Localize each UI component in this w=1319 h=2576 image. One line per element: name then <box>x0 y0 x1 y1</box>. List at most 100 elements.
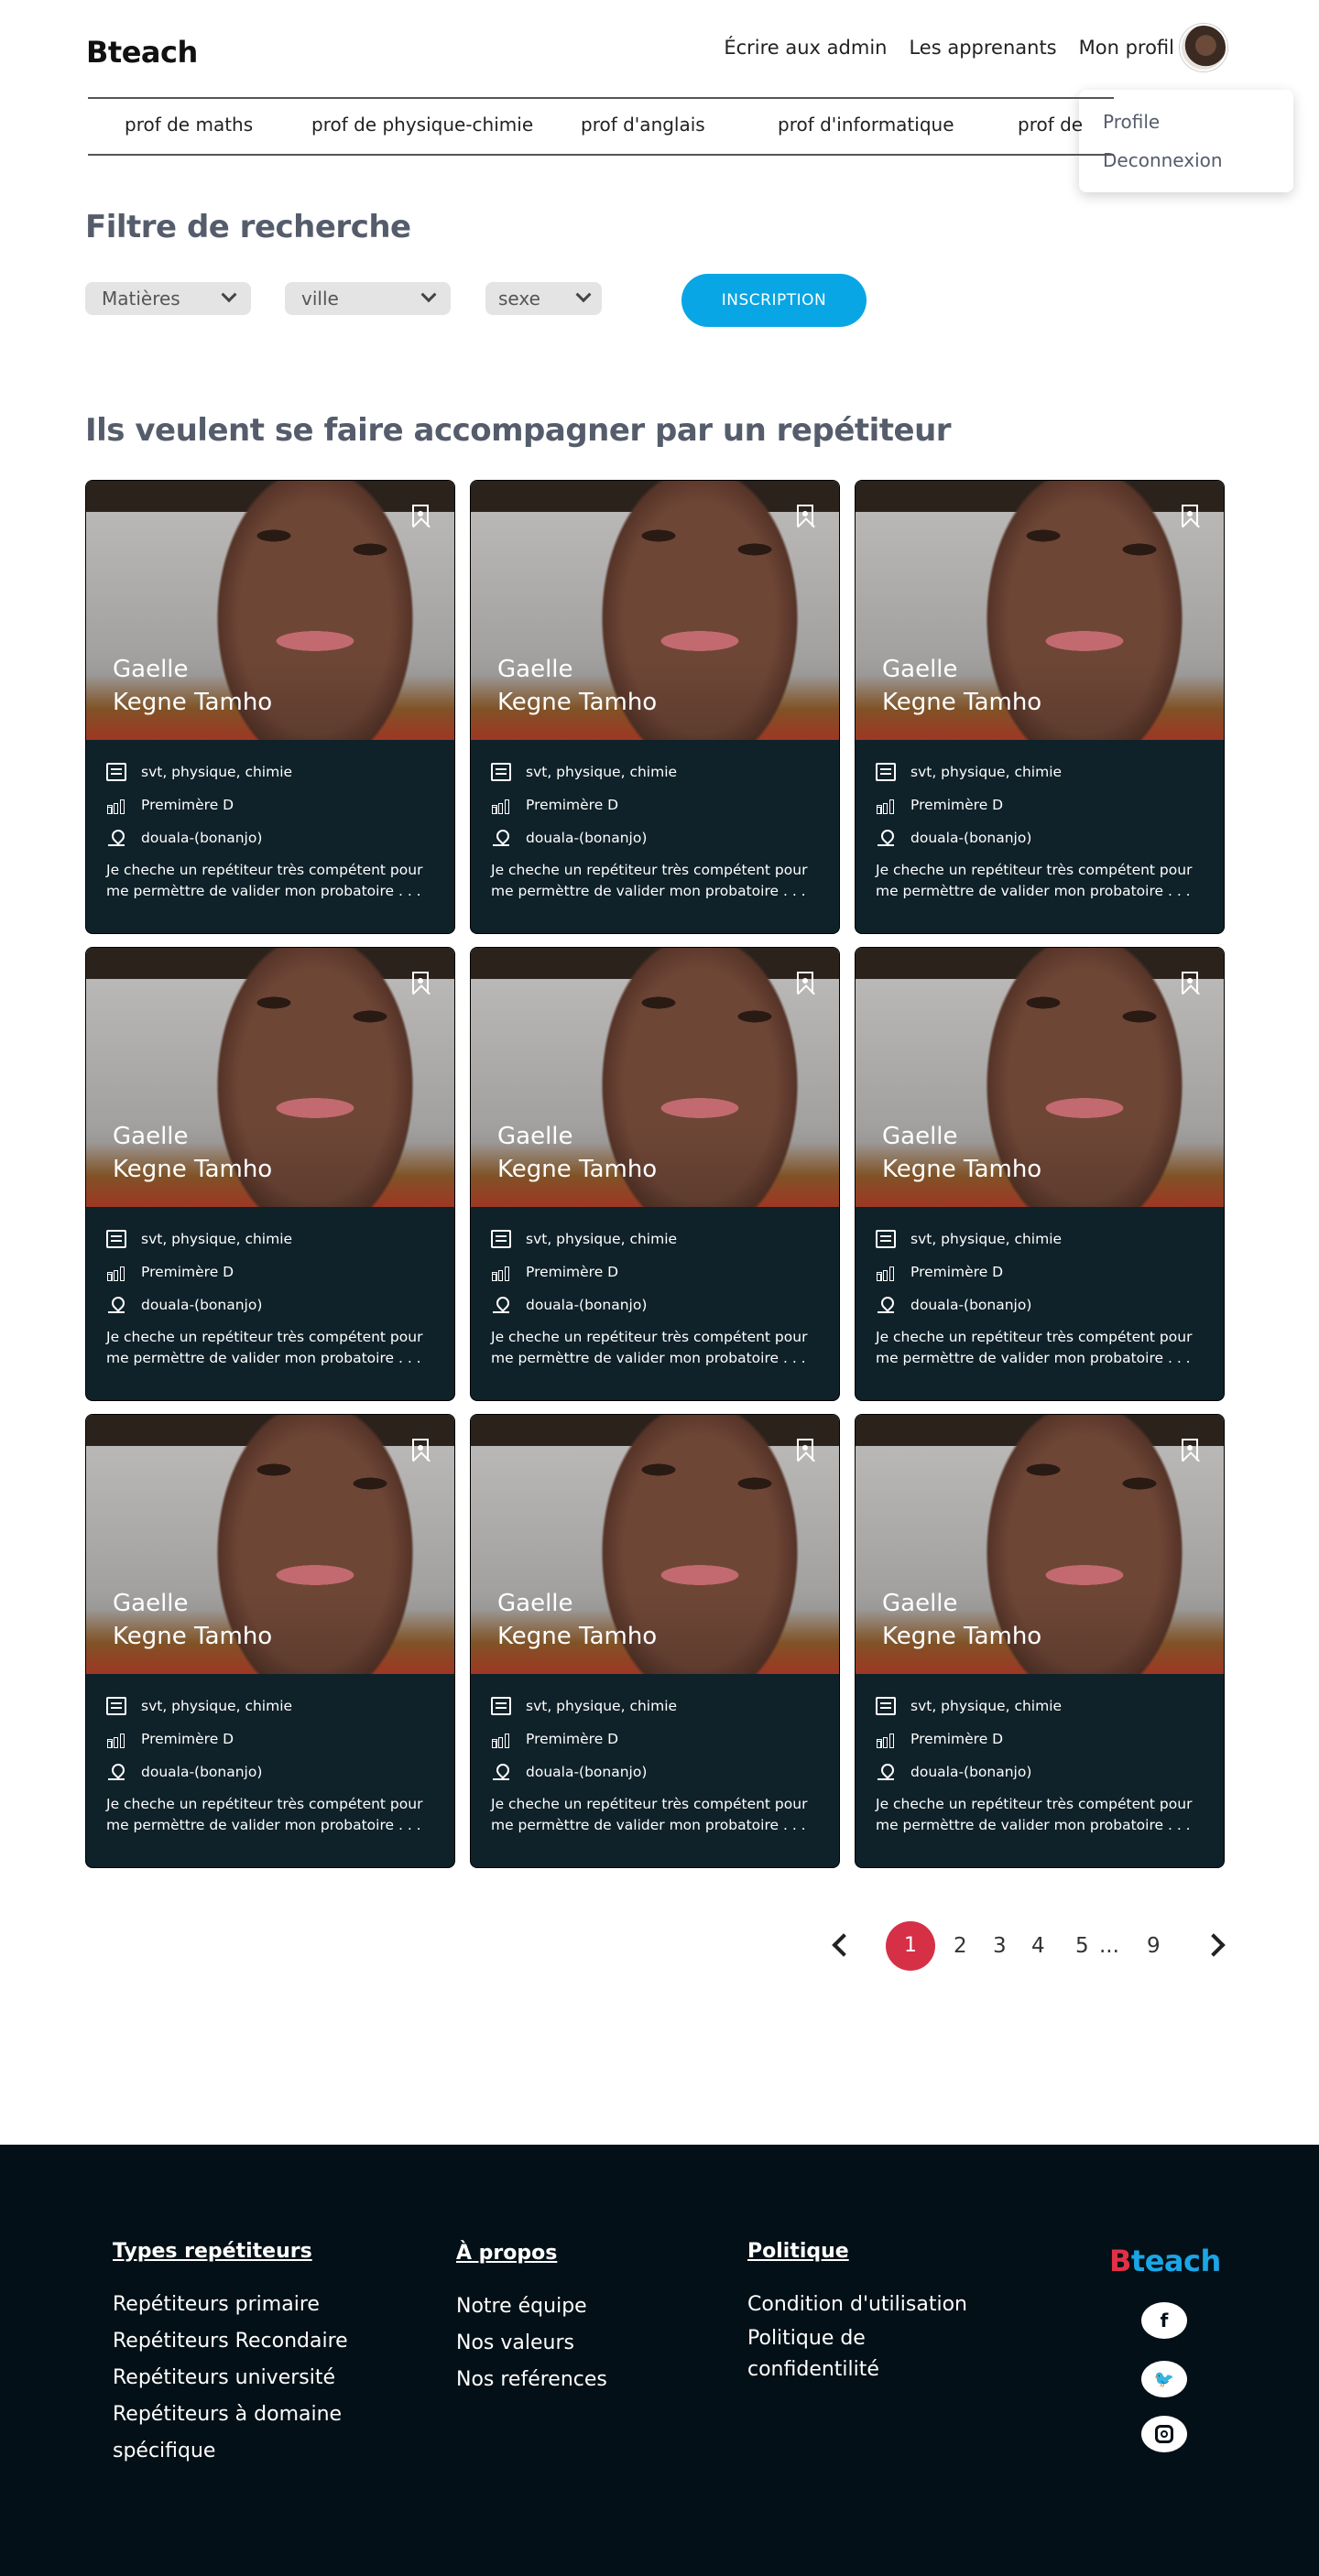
page-link[interactable]: 5 <box>1075 1934 1089 1958</box>
location-text: douala-(bonanjo) <box>141 1297 263 1313</box>
inscription-button[interactable]: INSCRIPTION <box>681 274 867 327</box>
student-name: Gaelle Kegne Tamho <box>882 1120 1041 1186</box>
page-active[interactable]: 1 <box>886 1921 935 1971</box>
instagram-icon[interactable] <box>1141 2416 1187 2452</box>
facebook-icon[interactable]: f <box>1141 2302 1187 2339</box>
student-name: Gaelle Kegne Tamho <box>882 1587 1041 1653</box>
page-link[interactable]: 9 <box>1147 1934 1161 1958</box>
description-line: me permèttre de valider mon probatoire .… <box>491 883 806 899</box>
bookmark-icon[interactable] <box>412 972 429 994</box>
bookmark-icon[interactable] <box>412 505 429 527</box>
footer-title-policy[interactable]: Politique <box>747 2240 967 2263</box>
student-card[interactable]: Gaelle Kegne Tamho svt, physique, chimie… <box>85 947 455 1401</box>
footer-link[interactable]: Repétiteurs à domaine <box>113 2397 348 2433</box>
footer-logo[interactable]: Bteach <box>1109 2244 1221 2278</box>
student-last-name: Kegne Tamho <box>113 1623 273 1650</box>
student-card[interactable]: Gaelle Kegne Tamho svt, physique, chimie… <box>85 1414 455 1868</box>
chevron-right-icon[interactable] <box>1202 1933 1226 1957</box>
student-last-name: Kegne Tamho <box>882 1623 1042 1650</box>
footer-link[interactable]: Notre équipe <box>456 2288 607 2325</box>
footer-link[interactable]: Condition d'utilisation <box>747 2287 967 2323</box>
footer-link[interactable]: Nos reférences <box>456 2362 607 2398</box>
logo[interactable]: Bteach <box>86 35 198 70</box>
bookmark-icon[interactable] <box>1182 1439 1198 1461</box>
location-row: douala-(bonanjo) <box>106 1288 434 1321</box>
subjects-row: svt, physique, chimie <box>491 755 819 788</box>
subjects-icon <box>876 763 896 781</box>
description: Je cheche un repétiteur très compétent p… <box>106 1794 434 1836</box>
bookmark-icon[interactable] <box>797 1439 813 1461</box>
filter-ville-label: ville <box>301 288 339 310</box>
category-maths[interactable]: prof de maths <box>125 114 253 136</box>
category-anglais[interactable]: prof d'anglais <box>581 114 705 136</box>
description: Je cheche un repétiteur très compétent p… <box>106 1327 434 1369</box>
student-card[interactable]: Gaelle Kegne Tamho svt, physique, chimie… <box>85 480 455 934</box>
nav-learners[interactable]: Les apprenants <box>909 37 1056 59</box>
level-text: Premimère D <box>910 797 1004 813</box>
location-pin-icon <box>878 1764 894 1780</box>
dropdown-logout[interactable]: Deconnexion <box>1103 141 1270 179</box>
category-physique-chimie[interactable]: prof de physique-chimie <box>311 114 533 136</box>
student-card[interactable]: Gaelle Kegne Tamho svt, physique, chimie… <box>855 480 1225 934</box>
student-last-name: Kegne Tamho <box>113 1156 273 1183</box>
subjects-row: svt, physique, chimie <box>491 1690 819 1723</box>
page-link[interactable]: 2 <box>954 1934 967 1958</box>
description: Je cheche un repétiteur très compétent p… <box>876 1794 1204 1836</box>
dropdown-profile[interactable]: Profile <box>1103 103 1270 141</box>
description-line: Je cheche un repétiteur très compétent p… <box>491 1329 808 1345</box>
student-card[interactable]: Gaelle Kegne Tamho svt, physique, chimie… <box>470 480 840 934</box>
student-card[interactable]: Gaelle Kegne Tamho svt, physique, chimie… <box>470 947 840 1401</box>
level-text: Premimère D <box>910 1264 1004 1280</box>
footer-link[interactable]: confidentilité <box>747 2354 967 2386</box>
location-text: douala-(bonanjo) <box>910 1764 1032 1780</box>
footer-link[interactable]: Repétiteurs université <box>113 2360 348 2397</box>
chevron-left-icon[interactable] <box>832 1933 856 1957</box>
category-more[interactable]: prof de <box>1018 114 1083 136</box>
bookmark-icon[interactable] <box>797 972 813 994</box>
bookmark-icon[interactable] <box>1182 972 1198 994</box>
footer-link[interactable]: Repétiteurs primaire <box>113 2287 348 2323</box>
page-link[interactable]: 3 <box>993 1934 1007 1958</box>
subjects-row: svt, physique, chimie <box>106 1690 434 1723</box>
description-line: Je cheche un repétiteur très compétent p… <box>106 1796 423 1812</box>
description-line: me permèttre de valider mon probatoire .… <box>491 1350 806 1366</box>
student-card[interactable]: Gaelle Kegne Tamho svt, physique, chimie… <box>855 1414 1225 1868</box>
page-link[interactable]: 4 <box>1031 1934 1045 1958</box>
avatar[interactable] <box>1180 24 1227 71</box>
location-text: douala-(bonanjo) <box>526 1297 648 1313</box>
level-row: Premimère D <box>876 1255 1204 1288</box>
description-line: Je cheche un repétiteur très compétent p… <box>491 862 808 878</box>
footer-link[interactable]: Politique de <box>747 2323 967 2354</box>
bookmark-icon[interactable] <box>1182 505 1198 527</box>
category-informatique[interactable]: prof d'informatique <box>778 114 954 136</box>
level-icon <box>491 796 511 814</box>
description-line: me permèttre de valider mon probatoire .… <box>876 1817 1191 1833</box>
twitter-icon[interactable]: 🐦 <box>1141 2361 1187 2397</box>
description: Je cheche un repétiteur très compétent p… <box>876 1327 1204 1369</box>
nav-my-profile-label[interactable]: Mon profil <box>1079 37 1174 59</box>
pagination: 1 2 3 4 5 ... 9 <box>0 1921 1319 1973</box>
footer-link[interactable]: Nos valeurs <box>456 2325 607 2362</box>
filter-ville[interactable]: ville <box>285 282 451 315</box>
filter-matieres[interactable]: Matières <box>85 282 251 315</box>
footer-title-types[interactable]: Types repétiteurs <box>113 2240 348 2263</box>
description-line: Je cheche un repétiteur très compétent p… <box>876 1796 1193 1812</box>
footer-title-about[interactable]: À propos <box>456 2242 607 2265</box>
subjects-text: svt, physique, chimie <box>910 764 1063 780</box>
footer-link[interactable]: Repétiteurs Recondaire <box>113 2323 348 2360</box>
student-card[interactable]: Gaelle Kegne Tamho svt, physique, chimie… <box>855 947 1225 1401</box>
filter-sexe[interactable]: sexe <box>485 282 602 315</box>
nav-write-admin[interactable]: Écrire aux admin <box>724 37 887 59</box>
description: Je cheche un repétiteur très compétent p… <box>106 860 434 902</box>
bookmark-icon[interactable] <box>412 1439 429 1461</box>
top-nav: Écrire aux admin Les apprenants Mon prof… <box>724 24 1227 71</box>
subjects-text: svt, physique, chimie <box>910 1698 1063 1714</box>
nav-my-profile[interactable]: Mon profil <box>1079 24 1227 71</box>
subjects-icon <box>106 1230 126 1248</box>
bookmark-icon[interactable] <box>797 505 813 527</box>
level-icon <box>876 1730 896 1748</box>
level-row: Premimère D <box>491 1723 819 1755</box>
subjects-icon <box>491 763 511 781</box>
student-card[interactable]: Gaelle Kegne Tamho svt, physique, chimie… <box>470 1414 840 1868</box>
footer-link[interactable]: spécifique <box>113 2433 348 2470</box>
